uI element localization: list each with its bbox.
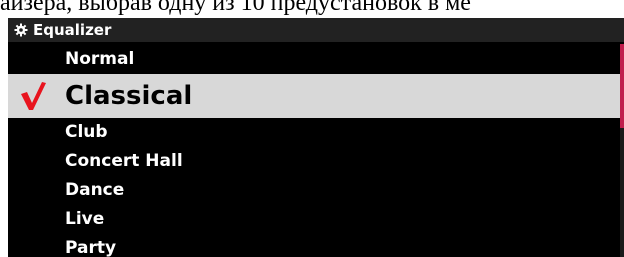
checkmark-icon — [20, 81, 46, 111]
gear-icon — [14, 23, 28, 37]
preset-label: Club — [65, 122, 108, 142]
preset-item-party[interactable]: Party — [8, 234, 620, 257]
preset-item-live[interactable]: Live — [8, 205, 620, 234]
window-title: Equalizer — [33, 21, 112, 39]
preset-item-normal[interactable]: Normal — [8, 45, 620, 74]
preset-label: Party — [65, 238, 117, 257]
scrollbar-thumb[interactable] — [620, 44, 624, 128]
preset-label: Concert Hall — [65, 151, 183, 171]
title-bar: Equalizer — [8, 18, 624, 42]
document-caption: айзера, выбрав одну из 10 предустановок … — [0, 0, 471, 16]
preset-item-club[interactable]: Club — [8, 118, 620, 147]
preset-item-dance[interactable]: Dance — [8, 176, 620, 205]
preset-label: Live — [65, 209, 105, 229]
preset-item-concert-hall[interactable]: Concert Hall — [8, 147, 620, 176]
preset-item-classical[interactable]: Classical — [8, 74, 620, 118]
preset-list: Normal Classical Club Concert Hall Dance… — [8, 45, 620, 257]
preset-label: Classical — [65, 81, 193, 111]
equalizer-screen: Equalizer Normal Classical Club Concert … — [8, 18, 624, 257]
preset-label: Normal — [65, 49, 135, 69]
preset-label: Dance — [65, 180, 125, 200]
